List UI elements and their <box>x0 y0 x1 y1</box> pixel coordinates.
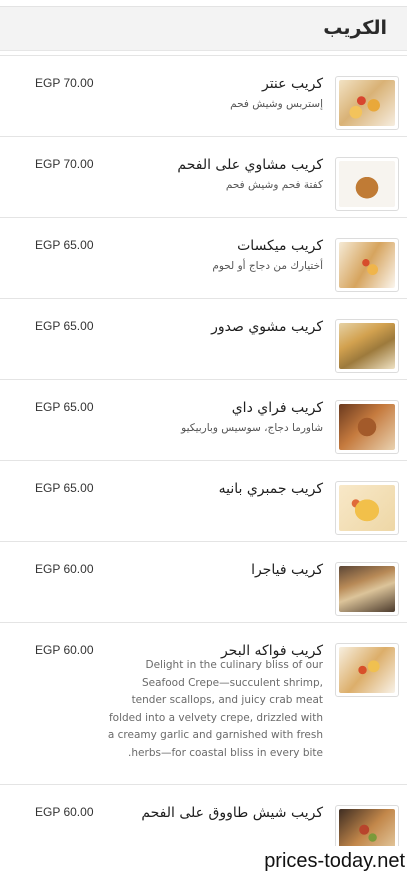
item-image[interactable] <box>335 643 399 697</box>
item-price: EGP 70.00 <box>35 76 94 90</box>
menu-item[interactable]: كريب مشاوي على الفحم كفتة فحم وشيش فحم E… <box>0 136 407 217</box>
menu-item[interactable]: كريب فراي داي شاورما دجاج، سوسيس وباربيك… <box>0 379 407 460</box>
item-image[interactable] <box>335 157 399 211</box>
item-description: أختيارك من دجاج أو لحوم <box>212 260 323 272</box>
item-image[interactable] <box>335 76 399 130</box>
item-price: EGP 65.00 <box>35 400 94 414</box>
menu-item[interactable]: كريب فواكه البحر Delight in the culinary… <box>0 622 407 784</box>
watermark-text: prices-today.net <box>250 846 407 876</box>
menu-item[interactable]: كريب جمبري بانيه EGP 65.00 <box>0 460 407 541</box>
item-image[interactable] <box>335 400 399 454</box>
item-name: كريب جمبري بانيه <box>218 481 323 497</box>
item-description: شاورما دجاج، سوسيس وباربيكيو <box>181 422 323 434</box>
item-image[interactable] <box>335 562 399 616</box>
item-name: كريب ميكسات <box>237 238 323 254</box>
item-name: كريب شيش طاووق على الفحم <box>141 805 323 821</box>
item-image[interactable] <box>335 238 399 292</box>
section-title: الكريب <box>323 17 387 39</box>
menu-item[interactable]: كريب عنتر إستربس وشيش فحم EGP 70.00 <box>0 55 407 136</box>
item-price: EGP 65.00 <box>35 319 94 333</box>
top-divider <box>0 0 407 7</box>
item-price: EGP 65.00 <box>35 481 94 495</box>
item-price: EGP 70.00 <box>35 157 94 171</box>
item-name: كريب مشوي صدور <box>211 319 323 335</box>
item-description: إستربس وشيش فحم <box>230 98 323 110</box>
item-image[interactable] <box>335 481 399 535</box>
item-description: كفتة فحم وشيش فحم <box>225 179 323 191</box>
item-price: EGP 60.00 <box>35 562 94 576</box>
item-price: EGP 60.00 <box>35 643 94 657</box>
item-name: كريب عنتر <box>261 76 323 92</box>
item-name: كريب فراي داي <box>231 400 323 416</box>
menu-list: كريب عنتر إستربس وشيش فحم EGP 70.00 كريب… <box>0 55 407 874</box>
item-name: كريب مشاوي على الفحم <box>177 157 323 173</box>
menu-item[interactable]: كريب مشوي صدور EGP 65.00 <box>0 298 407 379</box>
section-header: الكريب <box>0 7 407 51</box>
item-price: EGP 65.00 <box>35 238 94 252</box>
menu-item[interactable]: كريب ميكسات أختيارك من دجاج أو لحوم EGP … <box>0 217 407 298</box>
item-name: كريب فياجرا <box>251 562 323 578</box>
item-price: EGP 60.00 <box>35 805 94 819</box>
menu-item[interactable]: كريب فياجرا EGP 60.00 <box>0 541 407 622</box>
item-description: Delight in the culinary bliss of our Sea… <box>107 659 323 759</box>
item-image[interactable] <box>335 319 399 373</box>
